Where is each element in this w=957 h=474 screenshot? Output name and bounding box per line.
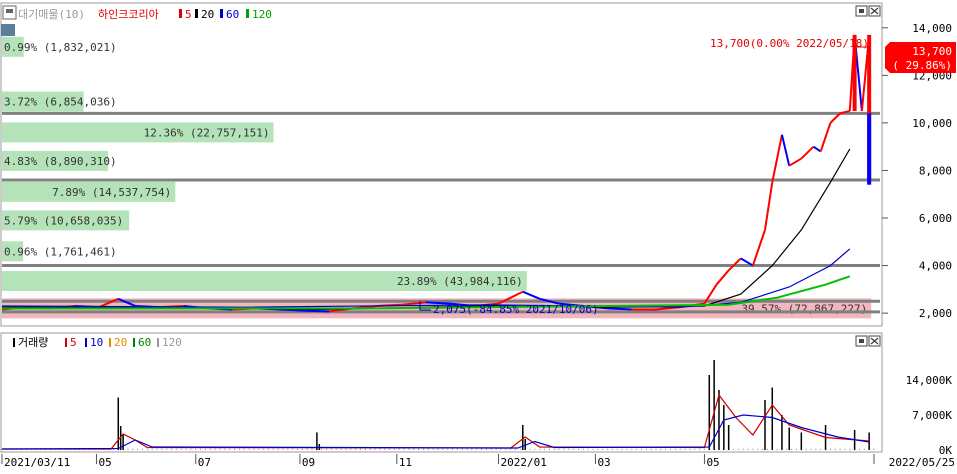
vol-ma60-swatch xyxy=(133,338,135,347)
vol-ma20-legend: 20 xyxy=(114,336,127,349)
x-tick-label: 07 xyxy=(198,456,211,469)
x-tick-label: 03 xyxy=(597,456,610,469)
y-tick-label: 4,000 xyxy=(919,260,952,273)
stock-name-legend: 하인크코리아 xyxy=(98,7,159,21)
volume-profile-label: 0.96% (1,761,461) xyxy=(4,245,117,258)
volume-profile-label: 3.72% (6,854,036) xyxy=(4,95,117,108)
volume-profile-label: 12.36% (22,757,151) xyxy=(144,126,270,139)
volume-profile-label: 5.79% (10,658,035) xyxy=(4,214,123,227)
vol-ma60-legend: 60 xyxy=(138,336,151,349)
volume-panel-frame xyxy=(0,332,883,453)
price-segment xyxy=(607,307,632,311)
y-tick-label: 10,000 xyxy=(912,117,952,130)
x-tick-label: 2022/01 xyxy=(501,456,547,469)
current-change-label: ( 29.86%) xyxy=(892,59,952,72)
y-tick-label: 8,000 xyxy=(919,164,952,177)
volume-profile-label: 7.89% (14,537,754) xyxy=(52,186,171,199)
ma20-legend: 20 xyxy=(201,8,214,21)
vol-ma120-swatch xyxy=(157,338,159,347)
vol-ma120-legend: 120 xyxy=(162,336,182,349)
ma5-swatch xyxy=(179,9,182,18)
chart-canvas: 0.99% (1,832,021) 3.72% (6,854,036) 12.36%… xyxy=(0,2,956,469)
volume-profile-label: 4.83% (8,890,310) xyxy=(4,155,117,168)
ma120-legend: 120 xyxy=(252,8,272,21)
ma5-legend: 5 xyxy=(185,8,192,21)
x-tick-label: 2022/05/25 xyxy=(889,456,955,469)
price-candle xyxy=(867,113,872,185)
vol-ma5-swatch xyxy=(65,338,67,347)
vol-ma20-swatch xyxy=(109,338,111,347)
volume-profile-legend: 대기매물(10) xyxy=(18,8,85,21)
x-tick-label: 2021/03/11 xyxy=(4,456,70,469)
ma60-swatch xyxy=(220,9,223,18)
vol-ma10-swatch xyxy=(85,338,87,347)
volume-swatch xyxy=(13,338,15,347)
vol-ma5-legend: 5 xyxy=(70,336,77,349)
x-tick-label: 05 xyxy=(706,456,719,469)
x-tick-label: 05 xyxy=(98,456,111,469)
chart-type-icon xyxy=(6,9,13,13)
y-tick-label: 2,000 xyxy=(919,307,952,320)
price-segment xyxy=(304,309,330,313)
volume-y-tick-label: 14,000K xyxy=(906,374,953,387)
low-price-annotation: 2,075(-84.85% 2021/10/06) xyxy=(433,303,599,316)
x-tick-label: 11 xyxy=(399,456,412,469)
volume-title-legend: 거래량 xyxy=(18,336,48,349)
ma120-swatch xyxy=(246,9,249,18)
restore-icon xyxy=(859,339,864,343)
ma20-swatch xyxy=(195,9,198,18)
current-price-label: 13,700 xyxy=(912,45,952,58)
high-price-annotation: 13,700(0.00% 2022/05/18) xyxy=(710,37,869,50)
restore-icon xyxy=(859,9,864,13)
volume-profile-label: 23.89% (43,984,116) xyxy=(397,275,523,288)
ma60-legend: 60 xyxy=(226,8,239,21)
y-tick-label: 6,000 xyxy=(919,212,952,225)
y-tick-label: 14,000 xyxy=(912,22,952,35)
stock-chart-window: 0.99% (1,832,021) 3.72% (6,854,036) 12.36%… xyxy=(0,0,957,470)
vol-ma10-legend: 10 xyxy=(90,336,103,349)
info-tab-icon[interactable] xyxy=(1,24,15,36)
volume-profile-label: 0.99% (1,832,021) xyxy=(4,41,117,54)
volume-y-tick-label: 7,000K xyxy=(912,409,952,422)
x-tick-label: 09 xyxy=(302,456,315,469)
